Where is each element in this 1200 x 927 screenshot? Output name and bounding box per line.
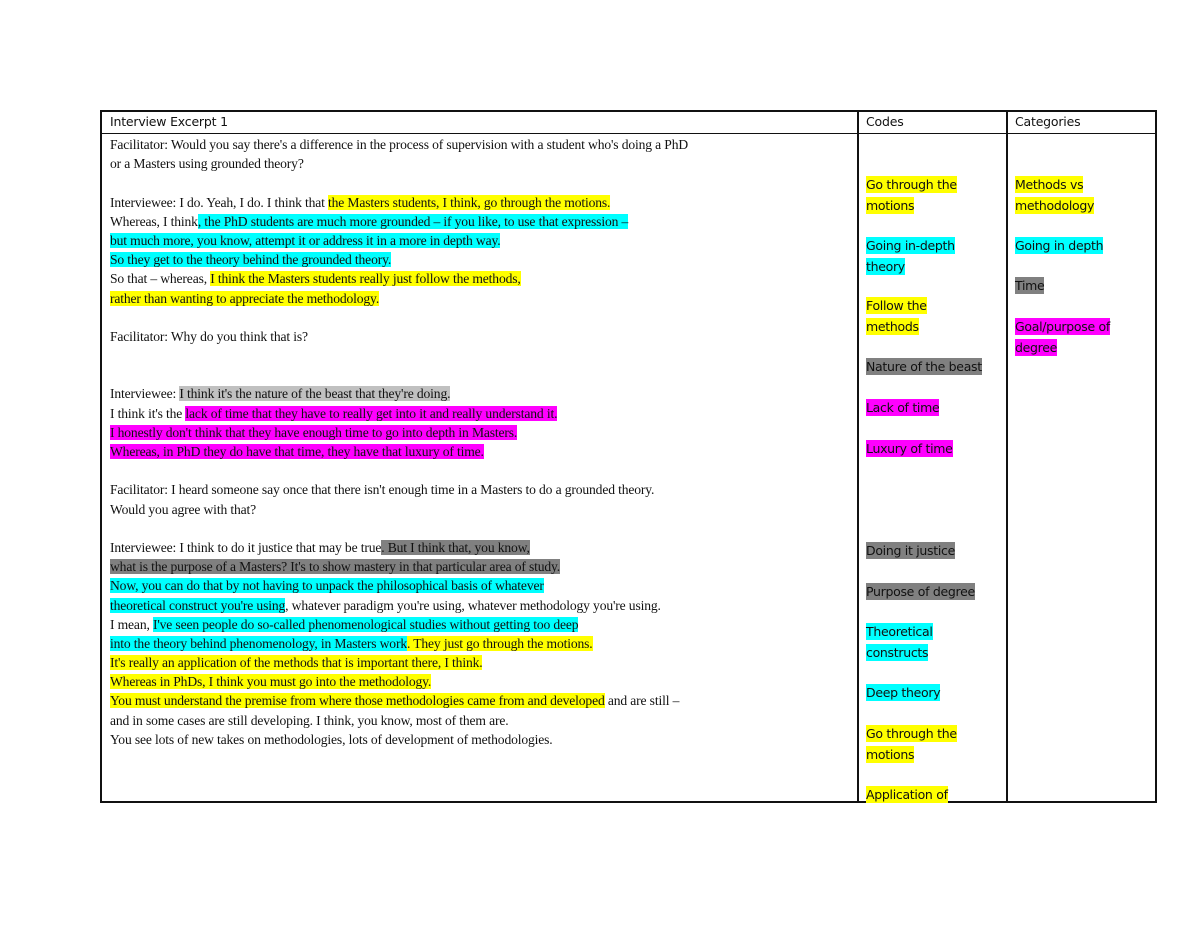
header-categories: Categories — [1015, 114, 1081, 129]
code-tag-text: Go through the — [866, 725, 957, 742]
code-tag-text: Lack of time — [866, 399, 940, 416]
column-divider — [1006, 112, 1008, 801]
transcript-line: Interviewee: I do. Yeah, I do. I think t… — [110, 194, 611, 210]
code-tag: Luxury of time — [866, 439, 953, 460]
code-tag-text: Going in-depth — [866, 237, 955, 254]
category-tag-text: degree — [1015, 338, 1058, 356]
transcript-line: Interviewee: I think to do it justice th… — [110, 539, 530, 555]
highlight-dark-gray: . But I think that, you know, — [381, 539, 530, 555]
transcript-line: and in some cases are still developing. … — [110, 712, 509, 728]
highlight-yellow: You must understand the premise from whe… — [110, 693, 605, 709]
code-tag-text: Purpose of degree — [866, 583, 975, 600]
highlight-magenta: I honestly don't think that they have en… — [110, 424, 518, 440]
code-tag-text: motions — [866, 745, 915, 763]
code-tag: Deep theory — [866, 683, 941, 704]
interview-excerpt: Facilitator: Would you say there's a dif… — [110, 135, 850, 749]
code-tag-text: Application of — [866, 786, 948, 803]
category-tag-text: Time — [1015, 277, 1045, 294]
highlight-yellow: Whereas in PhDs, I think you must go int… — [110, 674, 432, 690]
highlight-cyan: into the theory behind phenomenology, in… — [110, 635, 407, 651]
category-tag-text: Methods vs — [1015, 176, 1084, 193]
code-tag-text: Doing it justice — [866, 542, 955, 559]
category-tag: Time — [1015, 276, 1045, 297]
transcript-line: Facilitator: Would you say there's a dif… — [110, 137, 689, 152]
code-tag: Follow the methods — [866, 296, 927, 337]
code-tag: Lack of time — [866, 398, 940, 419]
transcript-line: You see lots of new takes on methodologi… — [110, 731, 553, 747]
column-divider — [857, 112, 859, 801]
highlight-cyan: theoretical construct you're using — [110, 597, 286, 613]
transcript-line: I mean, I've seen people do so-called ph… — [110, 616, 579, 632]
code-tag-text: methods — [866, 317, 919, 335]
code-tag-text: Luxury of time — [866, 440, 953, 457]
transcript-line: but much more, you know, attempt it or a… — [110, 231, 850, 250]
category-tag: Methods vs methodology — [1015, 175, 1094, 216]
code-tag-text: Deep theory — [866, 684, 941, 701]
table-header-row — [102, 112, 1155, 134]
highlight-dark-gray: what is the purpose of a Masters? It's t… — [110, 559, 561, 575]
category-tag-text: Goal/purpose of — [1015, 318, 1110, 335]
transcript-line: I think it's the lack of time that they … — [110, 405, 558, 421]
category-tag-text: methodology — [1015, 196, 1095, 214]
transcript-line: So they get to the theory behind the gro… — [110, 250, 850, 269]
highlight-yellow: . They just go through the motions. — [406, 635, 593, 651]
code-tag: Purpose of degree — [866, 582, 975, 603]
code-tag: Go through the motions — [866, 175, 957, 216]
highlight-magenta: lack of time that they have to really ge… — [185, 405, 558, 421]
transcript-line: Interviewee: I think it's the nature of … — [110, 386, 451, 402]
transcript-line: theoretical construct you're using, what… — [110, 597, 661, 613]
category-tag-text: Going in depth — [1015, 237, 1104, 254]
category-tag: Goal/purpose of degree — [1015, 317, 1110, 358]
transcript-line: You must understand the premise from whe… — [110, 693, 680, 709]
highlight-yellow: the Masters students, I think, go throug… — [328, 194, 611, 210]
highlight-magenta: Whereas, in PhD they do have that time, … — [110, 444, 484, 459]
code-tag: Nature of the beast — [866, 357, 982, 378]
highlight-yellow: It's really an application of the method… — [110, 655, 483, 671]
coding-table: Interview Excerpt 1 Codes Categories Fac… — [100, 110, 1157, 803]
transcript-line: I honestly don't think that they have en… — [110, 423, 850, 442]
code-tag-text: Go through the — [866, 176, 957, 193]
highlight-yellow: rather than wanting to appreciate the me… — [110, 290, 380, 306]
transcript-line: It's really an application of the method… — [110, 653, 850, 672]
transcript-line: Whereas, in PhD they do have that time, … — [110, 442, 850, 461]
transcript-line: or a Masters using grounded theory? — [110, 156, 304, 172]
code-tag: Application of — [866, 785, 948, 806]
transcript-line: Would you agree with that? — [110, 501, 257, 517]
highlight-yellow: I think the Masters students really just… — [210, 271, 521, 287]
code-tag-text: constructs — [866, 643, 929, 661]
transcript-line: Facilitator: Why do you think that is? — [110, 328, 308, 344]
highlight-cyan: , the PhD students are much more grounde… — [197, 213, 629, 229]
code-tag: Doing it justice — [866, 541, 955, 562]
transcript-line: rather than wanting to appreciate the me… — [110, 289, 850, 308]
transcript-line: what is the purpose of a Masters? It's t… — [110, 557, 850, 576]
code-tag-text: Nature of the beast — [866, 358, 982, 375]
code-tag: Theoretical constructs — [866, 622, 933, 663]
transcript-line: So that – whereas, I think the Masters s… — [110, 271, 521, 287]
code-tag-text: theory — [866, 257, 905, 275]
code-tag: Going in-depth theory — [866, 236, 955, 277]
header-codes: Codes — [866, 114, 904, 129]
transcript-line: Facilitator: I heard someone say once th… — [110, 482, 655, 498]
transcript-line: Whereas, I think, the PhD students are m… — [110, 213, 629, 229]
header-interview-excerpt: Interview Excerpt 1 — [110, 114, 228, 129]
transcript-line: into the theory behind phenomenology, in… — [110, 634, 850, 653]
highlight-cyan: Now, you can do that by not having to un… — [110, 578, 544, 594]
code-tag: Go through the motions — [866, 724, 957, 765]
highlight-cyan: but much more, you know, attempt it or a… — [110, 232, 501, 248]
transcript-line: Whereas in PhDs, I think you must go int… — [110, 672, 850, 691]
category-tag: Going in depth — [1015, 236, 1104, 257]
highlight-gray: I think it's the nature of the beast tha… — [179, 386, 451, 402]
transcript-line: Now, you can do that by not having to un… — [110, 576, 850, 595]
code-tag-text: Follow the — [866, 297, 927, 314]
highlight-cyan: I've seen people do so-called phenomenol… — [152, 616, 579, 632]
highlight-cyan: So they get to the theory behind the gro… — [110, 252, 392, 268]
code-tag-text: motions — [866, 196, 915, 214]
code-tag-text: Theoretical — [866, 623, 933, 640]
